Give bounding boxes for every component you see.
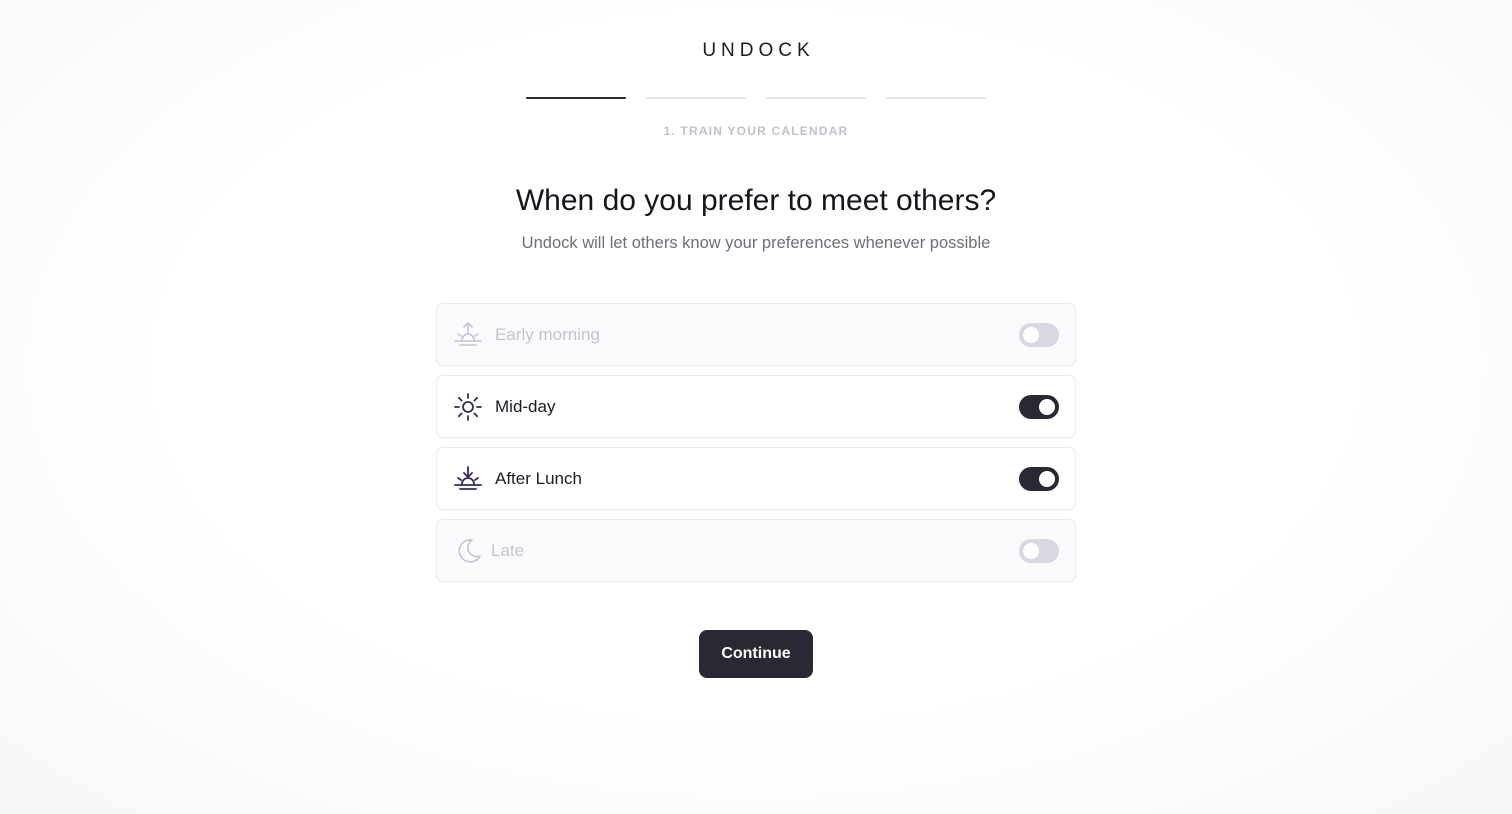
option-early-morning[interactable]: Early morning xyxy=(436,303,1076,366)
progress-step-2 xyxy=(646,97,746,99)
late-toggle[interactable] xyxy=(1019,538,1059,563)
sunset-icon xyxy=(453,464,483,494)
time-preference-list: Early morning Mid-day After Lunch Late xyxy=(436,303,1076,582)
sunrise-icon xyxy=(453,320,483,350)
option-label: Mid-day xyxy=(495,396,556,416)
option-late[interactable]: Late xyxy=(436,519,1076,582)
progress-step-3 xyxy=(766,97,866,99)
continue-button[interactable]: Continue xyxy=(699,630,813,678)
sun-icon xyxy=(453,392,483,422)
step-label: 1. TRAIN YOUR CALENDAR xyxy=(663,124,849,138)
progress-step-1 xyxy=(526,97,626,99)
option-after-lunch[interactable]: After Lunch xyxy=(436,447,1076,510)
progress-step-4 xyxy=(886,97,986,99)
toggle-knob xyxy=(1039,470,1055,487)
after-lunch-toggle[interactable] xyxy=(1019,466,1059,491)
undock-logo: UNDOCK xyxy=(702,40,815,61)
option-mid-day[interactable]: Mid-day xyxy=(436,375,1076,438)
option-label: Late xyxy=(491,540,525,560)
toggle-knob xyxy=(1039,398,1055,415)
page-title: When do you prefer to meet others? xyxy=(515,184,997,217)
toggle-knob xyxy=(1023,326,1039,343)
early-morning-toggle[interactable] xyxy=(1019,322,1059,347)
option-label: Early morning xyxy=(495,324,600,344)
mid-day-toggle[interactable] xyxy=(1019,394,1059,419)
page-subtitle: Undock will let others know your prefere… xyxy=(521,234,991,252)
option-label: After Lunch xyxy=(495,468,582,488)
moon-icon xyxy=(453,536,483,566)
toggle-knob xyxy=(1023,542,1039,559)
step-progress-bar xyxy=(526,97,986,99)
